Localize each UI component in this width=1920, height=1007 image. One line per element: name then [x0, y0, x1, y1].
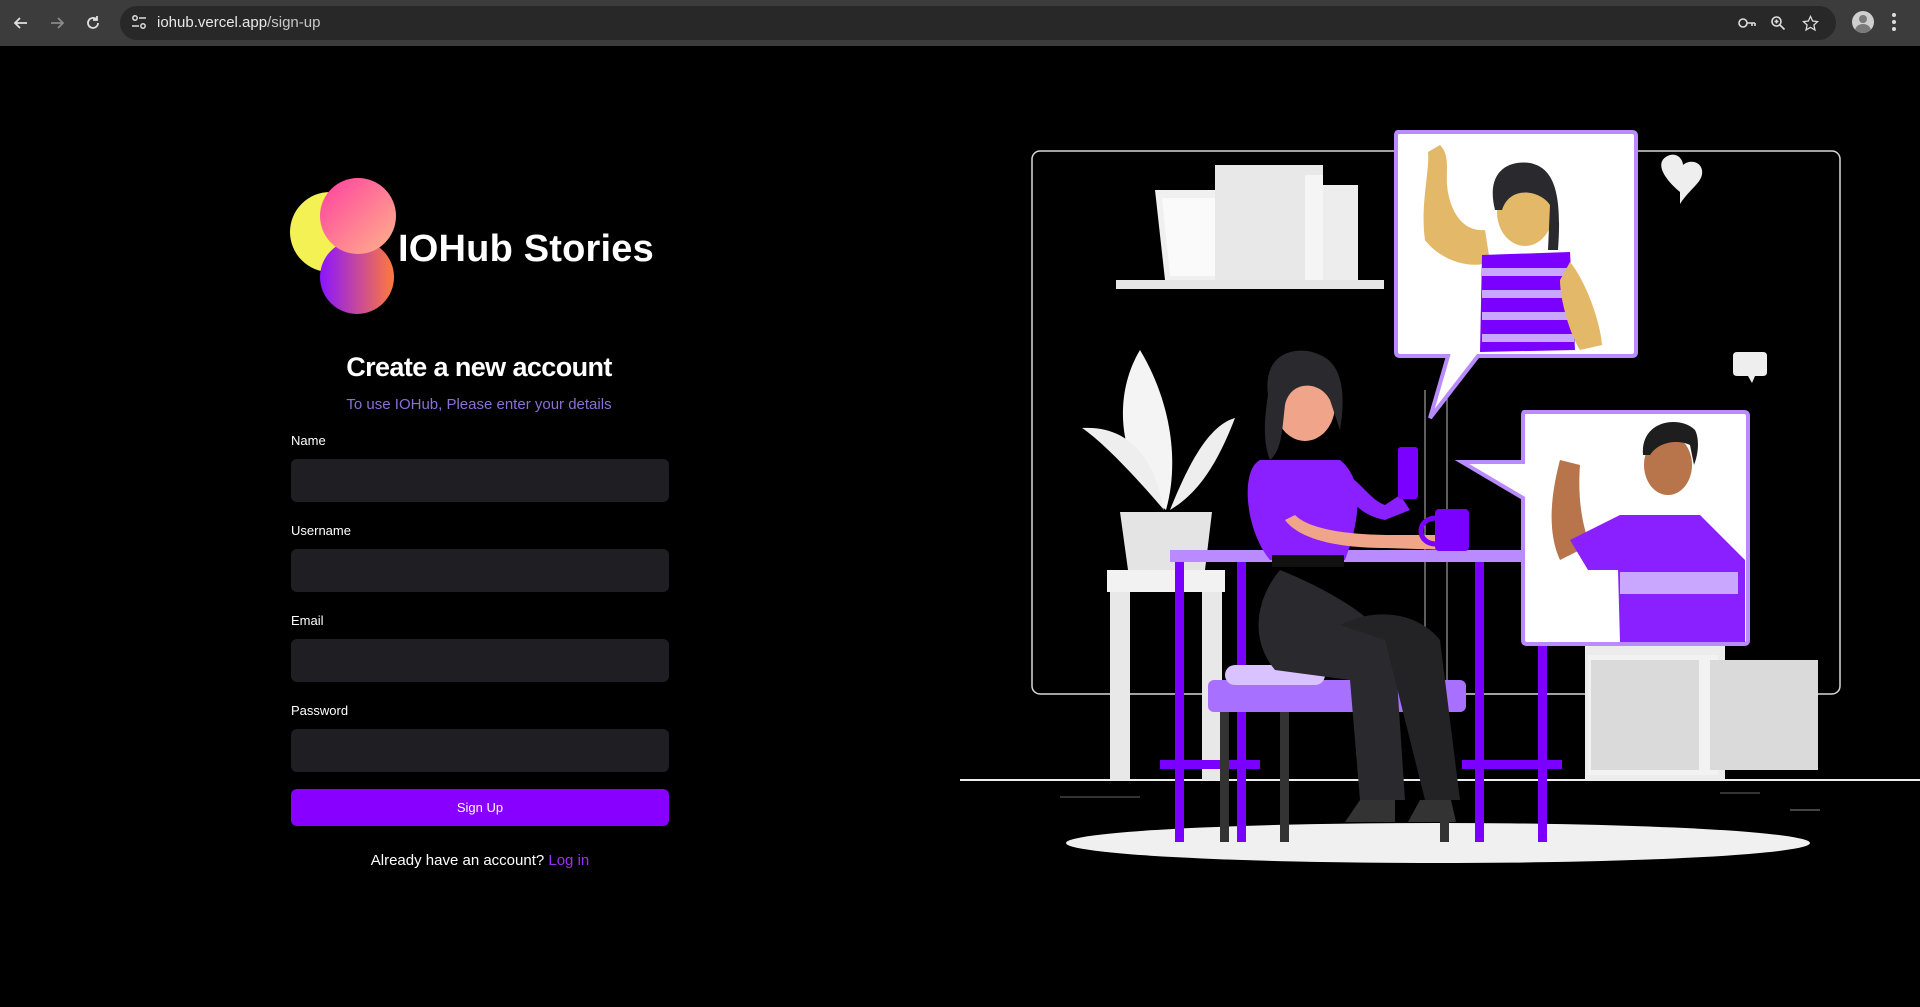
back-arrow-icon: [13, 17, 27, 29]
page-subtitle: To use IOHub, Please enter your details: [346, 396, 612, 413]
name-label: Name: [291, 433, 326, 448]
brand-logo: IOHub Stories: [290, 178, 670, 314]
zoom-icon[interactable]: [1770, 15, 1786, 36]
tune-icon[interactable]: [130, 13, 148, 36]
username-label: Username: [291, 523, 351, 538]
name-input[interactable]: [291, 459, 669, 502]
email-label: Email: [291, 613, 324, 628]
login-prompt: Already have an account? Log in: [290, 852, 670, 869]
forward-button[interactable]: [42, 8, 72, 38]
password-input[interactable]: [291, 729, 669, 772]
logo-circle-pink: [320, 178, 396, 254]
url-text[interactable]: iohub.vercel.app/sign-up: [157, 14, 320, 31]
back-button[interactable]: [6, 8, 36, 38]
brand-name: IOHub Stories: [398, 228, 654, 270]
star-icon[interactable]: [1801, 14, 1820, 37]
login-prompt-text: Already have an account?: [370, 852, 545, 869]
avatar-icon[interactable]: [1852, 11, 1874, 33]
username-input[interactable]: [291, 549, 669, 592]
sign-up-button[interactable]: Sign Up: [291, 789, 669, 826]
address-bar[interactable]: iohub.vercel.app/sign-up: [120, 6, 1836, 40]
page-title: Create a new account: [346, 352, 612, 382]
password-label: Password: [291, 703, 349, 718]
key-icon[interactable]: [1737, 15, 1757, 36]
reload-button[interactable]: [78, 8, 108, 38]
url-domain: iohub.vercel.app: [157, 14, 268, 31]
url-path: /sign-up: [267, 14, 321, 31]
email-input[interactable]: [291, 639, 669, 682]
reload-icon: [87, 16, 99, 29]
browser-toolbar: iohub.vercel.app/sign-up: [0, 0, 1920, 46]
kebab-menu-icon[interactable]: [1892, 13, 1898, 34]
login-link[interactable]: Log in: [548, 852, 589, 869]
forward-arrow-icon: [51, 17, 65, 29]
video-call-illustration: [960, 130, 1920, 863]
